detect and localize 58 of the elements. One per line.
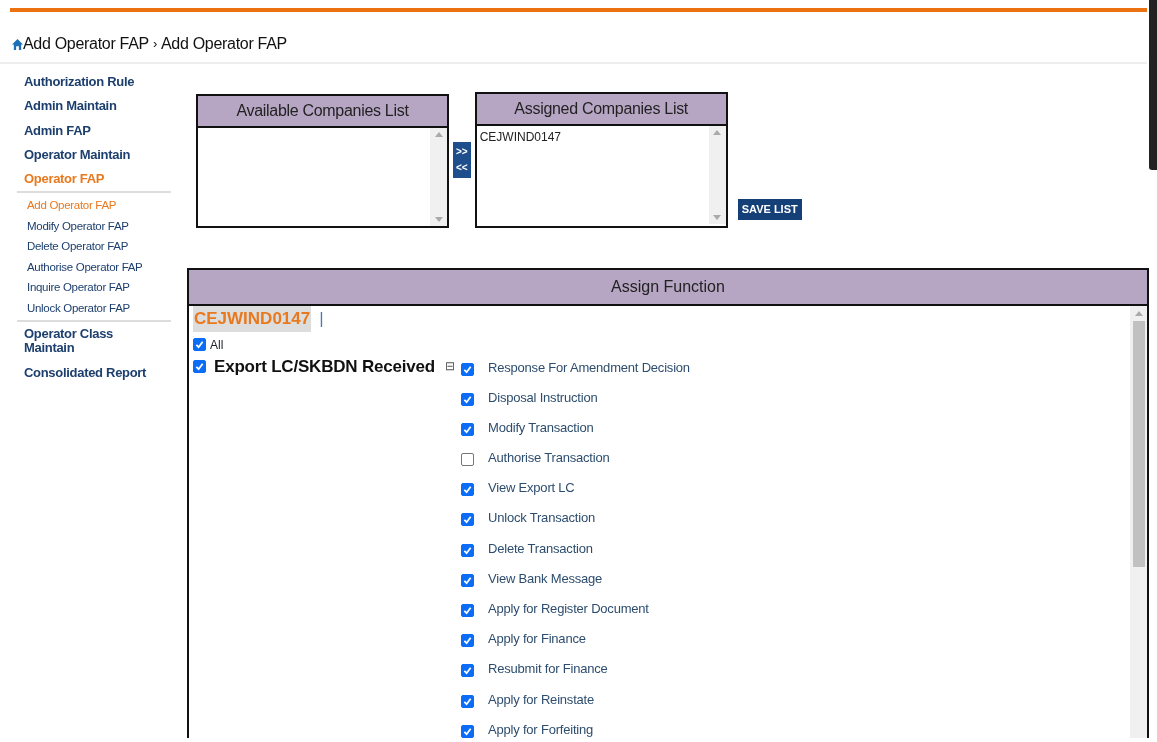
checkbox[interactable]: [461, 694, 474, 708]
breadcrumb-separator: ›: [152, 35, 157, 54]
checkbox[interactable]: [461, 724, 474, 738]
function-label: Apply for Register Document: [488, 600, 649, 618]
checkbox[interactable]: [461, 664, 474, 678]
function-label: Apply for Reinstate: [488, 690, 595, 709]
sidebar-subitem[interactable]: Modify Operator FAP: [27, 215, 171, 237]
checkbox[interactable]: [461, 453, 474, 467]
scrollbar[interactable]: [430, 128, 447, 226]
move-button[interactable]: >>: [455, 145, 469, 159]
move-button[interactable]: <<: [455, 161, 469, 175]
sidebar-item[interactable]: Operator Class Maintain: [17, 321, 137, 361]
function-label: Authorise Transaction: [488, 449, 610, 468]
function-label: Unlock Transaction: [488, 509, 595, 528]
sidebar-subitem[interactable]: Unlock Operator FAP: [27, 297, 171, 318]
checkbox[interactable]: [461, 543, 474, 557]
checkbox[interactable]: [461, 634, 474, 648]
function-label: Apply for Finance: [488, 630, 586, 649]
scrollbar[interactable]: [1130, 306, 1147, 738]
panel-header: Assign Function: [189, 270, 1147, 306]
function-label: Resubmit for Finance: [488, 660, 608, 679]
sidebar-subitem[interactable]: Authorise Operator FAP: [27, 256, 171, 278]
function-label: Disposal Instruction: [488, 388, 598, 407]
company-code: CEJWIND0147: [193, 306, 312, 332]
sidebar-item[interactable]: Authorization Rule: [17, 70, 171, 95]
checkbox[interactable]: [461, 573, 474, 587]
checkbox[interactable]: [461, 392, 474, 406]
function-label: View Bank Message: [488, 569, 603, 588]
list-header: Available Companies List: [198, 96, 447, 128]
checkbox[interactable]: [461, 604, 474, 617]
function-label: Delete Transaction: [488, 539, 593, 558]
list-header: Assigned Companies List: [476, 94, 726, 126]
collapse-toggle[interactable]: ⊟: [443, 357, 455, 376]
breadcrumb-link[interactable]: Add Operator FAP: [23, 32, 149, 56]
save-list-button[interactable]: SAVE LIST: [737, 199, 802, 220]
scrollbar[interactable]: [708, 126, 726, 224]
breadcrumb-current: Add Operator FAP: [160, 34, 287, 54]
assigned-company-item[interactable]: CEJWIND0147: [479, 128, 706, 146]
checkbox[interactable]: [193, 338, 206, 351]
sidebar-item[interactable]: Admin FAP: [17, 118, 171, 143]
checkbox[interactable]: [461, 422, 474, 436]
sidebar-item[interactable]: Consolidated Report: [17, 360, 171, 385]
checkbox[interactable]: [193, 359, 206, 373]
function-label: Modify Transaction: [488, 418, 594, 437]
cursor-divider: |: [319, 308, 324, 330]
checkbox[interactable]: [461, 483, 474, 497]
sidebar-subitem[interactable]: Inquire Operator FAP: [27, 277, 171, 298]
checkbox[interactable]: [461, 513, 474, 527]
home-icon[interactable]: [12, 38, 23, 50]
function-label: Response For Amendment Decision: [488, 358, 690, 377]
sidebar-item[interactable]: Admin Maintain: [17, 94, 171, 119]
sidebar-item[interactable]: Operator Maintain: [17, 142, 171, 168]
sidebar-subitem[interactable]: Delete Operator FAP: [27, 236, 171, 257]
checkbox-label: All: [210, 336, 224, 354]
group-label: Export LC/SKBDN Received: [214, 355, 435, 378]
function-label: View Export LC: [488, 479, 575, 498]
function-label: Apply for Forfeiting: [488, 720, 594, 738]
checkbox[interactable]: [461, 362, 474, 376]
